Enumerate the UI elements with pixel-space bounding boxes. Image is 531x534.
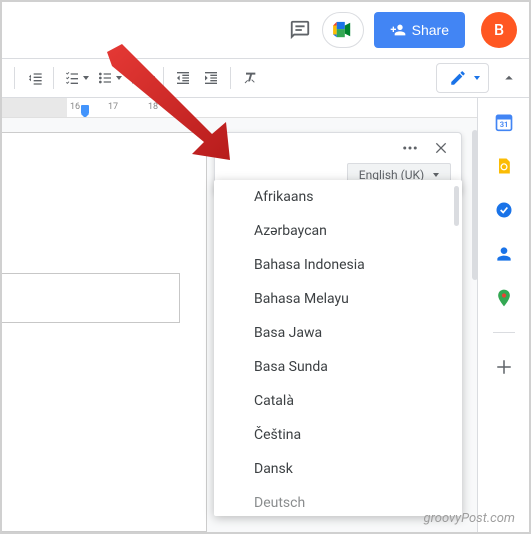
comment-history-icon[interactable] <box>288 18 312 42</box>
checklist-icon <box>64 70 80 86</box>
bulleted-list-icon <box>97 70 113 86</box>
list-item[interactable]: Azərbaycan <box>214 214 462 248</box>
side-panel-separator <box>493 332 515 333</box>
clear-formatting-icon <box>242 70 258 86</box>
list-item[interactable]: Čeština <box>214 418 462 452</box>
person-add-icon <box>390 22 406 38</box>
collapse-toolbar-button[interactable] <box>497 66 521 90</box>
numbered-list-button[interactable] <box>126 65 157 91</box>
meet-icon <box>332 21 354 39</box>
ruler-indent-marker[interactable] <box>81 105 89 114</box>
share-label: Share <box>412 22 449 38</box>
dots-horizontal-icon <box>401 139 419 157</box>
tasks-icon[interactable] <box>494 200 514 220</box>
list-item[interactable]: Dansk <box>214 452 462 486</box>
numbered-list-icon <box>130 70 146 86</box>
svg-text:31: 31 <box>499 120 508 129</box>
clear-formatting-button[interactable] <box>237 65 263 91</box>
language-dropdown: Afrikaans Azərbaycan Bahasa Indonesia Ba… <box>214 180 462 516</box>
page-content-box <box>2 273 180 323</box>
maps-icon[interactable] <box>494 288 514 308</box>
increase-indent-button[interactable] <box>198 65 224 91</box>
list-item[interactable]: Afrikaans <box>214 180 462 214</box>
line-spacing-button[interactable] <box>21 65 47 91</box>
list-item[interactable]: Basa Sunda <box>214 350 462 384</box>
watermark: groovyPost.com <box>424 511 515 526</box>
side-panel: 31 <box>477 98 529 532</box>
checklist-button[interactable] <box>60 65 91 91</box>
list-item[interactable]: Bahasa Melayu <box>214 282 462 316</box>
list-item[interactable]: Català <box>214 384 462 418</box>
plus-icon <box>495 358 513 376</box>
bulleted-list-button[interactable] <box>93 65 124 91</box>
header-bar: Share B <box>2 2 529 58</box>
contacts-icon[interactable] <box>494 244 514 264</box>
calendar-icon[interactable]: 31 <box>494 112 514 132</box>
toolbar <box>2 58 529 98</box>
chevron-down-icon <box>433 173 439 177</box>
list-item[interactable]: Basa Jawa <box>214 316 462 350</box>
list-item[interactable]: Bahasa Indonesia <box>214 248 462 282</box>
avatar[interactable]: B <box>481 12 517 48</box>
meet-button[interactable] <box>322 12 364 48</box>
decrease-indent-icon <box>175 70 191 86</box>
more-options-button[interactable] <box>401 139 419 157</box>
decrease-indent-button[interactable] <box>170 65 196 91</box>
ruler[interactable]: 16 17 18 <box>2 98 529 118</box>
increase-indent-icon <box>203 70 219 86</box>
add-addon-button[interactable] <box>494 357 514 377</box>
editing-mode-button[interactable] <box>436 63 489 93</box>
page[interactable] <box>2 132 207 532</box>
line-spacing-icon <box>27 70 43 86</box>
pencil-icon <box>449 69 467 87</box>
close-icon <box>433 140 449 156</box>
keep-icon[interactable] <box>494 156 514 176</box>
dropdown-scrollbar[interactable] <box>454 186 459 226</box>
close-button[interactable] <box>433 140 449 156</box>
chevron-up-icon <box>500 69 518 87</box>
share-button[interactable]: Share <box>374 12 465 48</box>
